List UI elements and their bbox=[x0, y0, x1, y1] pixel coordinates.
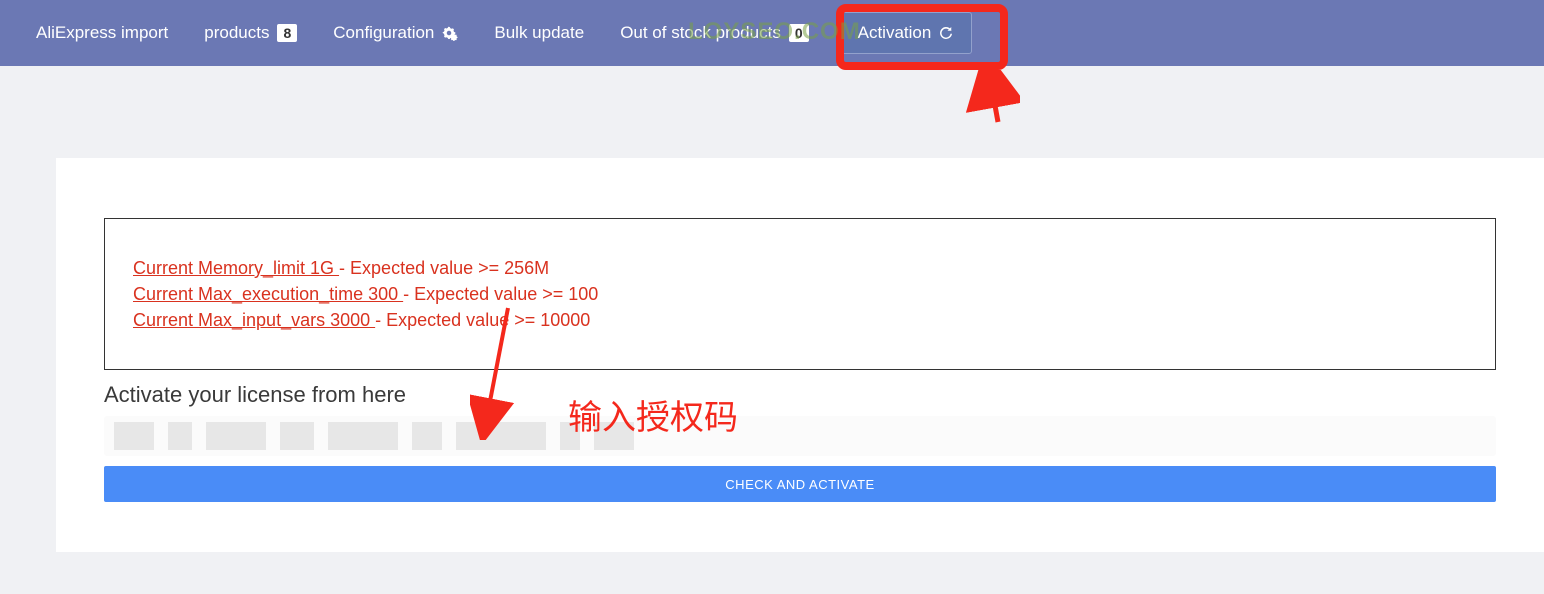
nav-label: Bulk update bbox=[494, 23, 584, 43]
products-count-badge: 8 bbox=[277, 24, 297, 42]
nav-products[interactable]: products 8 bbox=[186, 0, 315, 66]
alert-rest: - Expected value >= 256M bbox=[339, 258, 549, 278]
alert-memory-limit: Current Memory_limit 1G - Expected value… bbox=[133, 255, 1475, 281]
gears-icon bbox=[440, 25, 458, 41]
system-requirements-alert: Current Memory_limit 1G - Expected value… bbox=[104, 218, 1496, 370]
nav-label: Configuration bbox=[333, 23, 434, 43]
annotation-arrow-activation bbox=[960, 70, 1020, 130]
alert-link[interactable]: Current Max_input_vars 3000 bbox=[133, 310, 375, 330]
nav-out-of-stock[interactable]: Out of stock products 0 bbox=[602, 0, 826, 66]
activation-panel: Current Memory_limit 1G - Expected value… bbox=[56, 158, 1544, 552]
check-and-activate-button[interactable]: CHECK AND ACTIVATE bbox=[104, 466, 1496, 502]
redacted-license-value bbox=[104, 416, 1496, 456]
nav-label: Activation bbox=[858, 23, 932, 43]
license-section-title: Activate your license from here bbox=[104, 382, 1496, 408]
alert-rest: - Expected value >= 10000 bbox=[375, 310, 590, 330]
alert-max-input-vars: Current Max_input_vars 3000 - Expected v… bbox=[133, 307, 1475, 333]
alert-max-execution: Current Max_execution_time 300 - Expecte… bbox=[133, 281, 1475, 307]
out-of-stock-count-badge: 0 bbox=[789, 24, 809, 42]
refresh-icon bbox=[937, 24, 955, 42]
nav-label: products bbox=[204, 23, 269, 43]
top-navbar: AliExpress import products 8 Configurati… bbox=[0, 0, 1544, 66]
nav-activation[interactable]: Activation bbox=[841, 12, 973, 54]
license-key-input[interactable] bbox=[104, 416, 1496, 456]
alert-link[interactable]: Current Memory_limit 1G bbox=[133, 258, 339, 278]
alert-rest: - Expected value >= 100 bbox=[403, 284, 598, 304]
nav-aliexpress-import[interactable]: AliExpress import bbox=[18, 0, 186, 66]
alert-link[interactable]: Current Max_execution_time 300 bbox=[133, 284, 403, 304]
nav-label: Out of stock products bbox=[620, 23, 781, 43]
nav-configuration[interactable]: Configuration bbox=[315, 0, 476, 66]
nav-label: AliExpress import bbox=[36, 23, 168, 43]
nav-bulk-update[interactable]: Bulk update bbox=[476, 0, 602, 66]
